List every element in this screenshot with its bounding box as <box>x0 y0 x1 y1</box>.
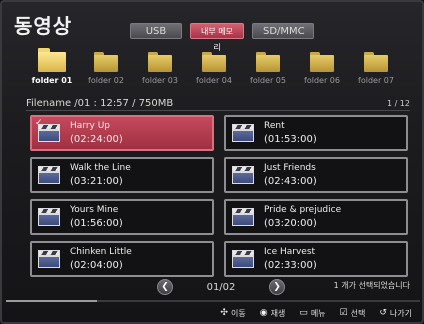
clapperboard-icon <box>232 166 254 184</box>
checkbox-icon: ☑ <box>339 308 348 318</box>
hint-play: ◉ 재생 <box>260 308 286 319</box>
pager: ❮ 01/02 ❯ <box>157 279 285 295</box>
page-title: 동영상 <box>14 14 73 38</box>
video-item[interactable]: Yours Mine (01:56:00) <box>30 199 214 235</box>
selection-status: 1 개가 선택되었습니다 <box>333 281 410 290</box>
video-duration: (02:33:00) <box>264 260 317 271</box>
item-counter: 1 / 12 <box>386 98 410 108</box>
video-title: Yours Mine <box>70 205 119 215</box>
folder-label: folder 06 <box>304 76 340 85</box>
video-title: Rent <box>264 121 285 131</box>
video-duration: (02:04:00) <box>70 260 123 271</box>
page-number: 01/02 <box>206 281 236 293</box>
hint-label: 이동 <box>230 308 246 318</box>
video-duration: (03:21:00) <box>70 176 123 187</box>
info-bar: Filename /01 : 12:57 / 750MB 1 / 12 <box>26 96 410 110</box>
video-title: Pride & prejudice <box>264 205 342 215</box>
folder-strip: folder 01 folder 02 folder 03 folder 04 … <box>28 48 408 92</box>
folder-item[interactable]: folder 03 <box>136 52 184 92</box>
folder-label: folder 03 <box>142 76 178 85</box>
hint-label: 재생 <box>270 308 286 318</box>
folder-icon <box>148 52 172 72</box>
source-tabs: USB 내부 메모리 SD/MMC <box>130 23 314 52</box>
folder-label: folder 07 <box>358 76 394 85</box>
hint-label: 나가기 <box>389 308 412 318</box>
folder-item[interactable]: folder 06 <box>298 52 346 92</box>
folder-icon <box>364 52 388 72</box>
clapperboard-icon <box>38 166 60 184</box>
divider <box>26 110 410 111</box>
clapperboard-icon <box>38 250 60 268</box>
folder-label: folder 02 <box>88 76 124 85</box>
video-duration: (02:43:00) <box>264 176 317 187</box>
video-item[interactable]: Walk the Line (03:21:00) <box>30 157 214 193</box>
clapperboard-icon <box>38 124 60 142</box>
folder-item[interactable]: folder 05 <box>244 52 292 92</box>
file-info: Filename /01 : 12:57 / 750MB <box>26 97 174 109</box>
play-dot-icon: ◉ <box>259 308 268 318</box>
folder-icon <box>38 48 66 72</box>
scroll-progress-track <box>6 300 420 302</box>
hint-label: 선택 <box>350 308 366 318</box>
video-title: Walk the Line <box>70 163 131 173</box>
prev-page-button[interactable]: ❮ <box>157 279 173 295</box>
hint-exit: ↺ 나가기 <box>379 308 412 319</box>
folder-icon <box>256 52 280 72</box>
scroll-progress-fill <box>6 300 98 302</box>
video-item[interactable]: Rent (01:53:00) <box>224 115 408 151</box>
chevron-left-icon: ❮ <box>161 282 169 292</box>
key-hints: ✣ 이동 ◉ 재생 ▭ 메뉴 ☑ 선택 ↺ 나가기 <box>2 304 422 322</box>
folder-icon <box>94 52 118 72</box>
video-title: Ice Harvest <box>264 247 316 257</box>
video-duration: (03:20:00) <box>264 218 317 229</box>
tab-usb[interactable]: USB <box>130 23 182 39</box>
video-title: Just Friends <box>264 163 316 173</box>
video-browser-screen: 동영상 USB 내부 메모리 SD/MMC folder 01 folder 0… <box>0 0 424 324</box>
hint-select: ☑ 선택 <box>340 308 366 319</box>
video-grid: ✓ Harry Up (02:24:00) Rent (01:53:00) Wa… <box>30 115 408 277</box>
video-item[interactable]: Pride & prejudice (03:20:00) <box>224 199 408 235</box>
folder-icon <box>202 52 226 72</box>
next-page-button[interactable]: ❯ <box>268 279 285 295</box>
video-item[interactable]: ✓ Harry Up (02:24:00) <box>30 115 214 151</box>
video-duration: (01:53:00) <box>264 134 317 145</box>
clapperboard-icon <box>232 250 254 268</box>
chevron-right-icon: ❯ <box>273 282 281 292</box>
video-duration: (02:24:00) <box>70 134 123 145</box>
video-duration: (01:56:00) <box>70 218 123 229</box>
clapperboard-icon <box>232 124 254 142</box>
tab-sd-mmc[interactable]: SD/MMC <box>252 23 314 39</box>
folder-label: folder 01 <box>31 76 73 85</box>
video-item[interactable]: Chinken Little (02:04:00) <box>30 241 214 277</box>
folder-item[interactable]: folder 01 <box>28 48 76 92</box>
folder-label: folder 05 <box>250 76 286 85</box>
video-title: Harry Up <box>70 121 111 131</box>
folder-icon <box>310 52 334 72</box>
folder-item[interactable]: folder 02 <box>82 52 130 92</box>
hint-label: 메뉴 <box>310 308 326 318</box>
clapperboard-icon <box>232 208 254 226</box>
clapperboard-icon <box>38 208 60 226</box>
folder-label: folder 04 <box>196 76 232 85</box>
move-arrows-icon: ✣ <box>220 308 228 318</box>
back-arrow-icon: ↺ <box>379 308 387 318</box>
video-item[interactable]: Ice Harvest (02:33:00) <box>224 241 408 277</box>
hint-move: ✣ 이동 <box>220 308 245 319</box>
video-item[interactable]: Just Friends (02:43:00) <box>224 157 408 193</box>
folder-item[interactable]: folder 04 <box>190 52 238 92</box>
video-title: Chinken Little <box>70 247 132 257</box>
folder-item[interactable]: folder 07 <box>352 52 400 92</box>
tab-internal-memory[interactable]: 내부 메모리 <box>190 23 244 52</box>
hint-menu: ▭ 메뉴 <box>299 308 325 319</box>
menu-screen-icon: ▭ <box>299 308 308 318</box>
